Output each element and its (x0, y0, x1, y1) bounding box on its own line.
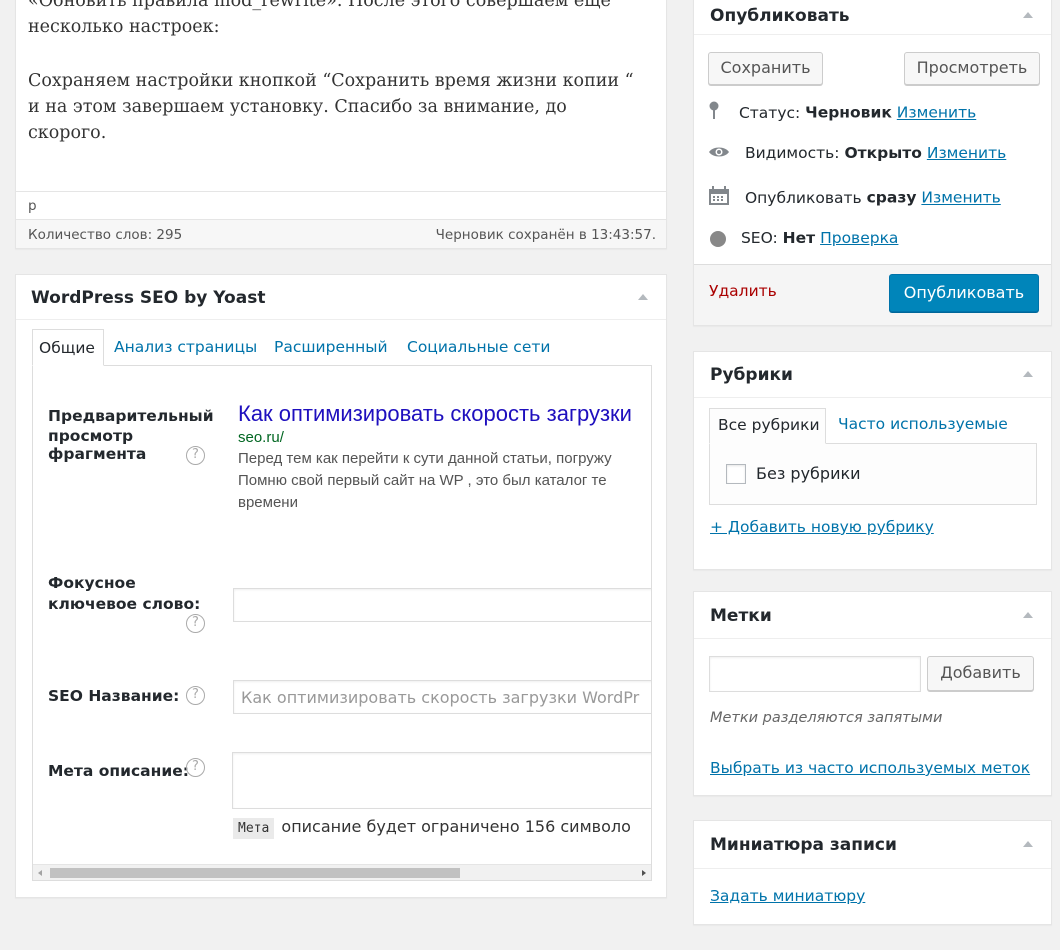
yoast-tab-panel: Предварительный просмотр фрагмента ? Как… (32, 365, 652, 881)
save-draft-button[interactable]: Сохранить (708, 52, 823, 85)
tags-title: Метки (710, 606, 772, 626)
visibility-row: Видимость: Открыто Изменить (708, 144, 1006, 163)
publish-actions: Удалить Опубликовать (694, 264, 1051, 325)
publish-time-row: Опубликовать сразу Изменить (708, 186, 1001, 210)
tab-advanced[interactable]: Расширенный (274, 338, 388, 356)
featured-image-title: Миниатюра записи (710, 835, 897, 855)
publish-title: Опубликовать (710, 6, 850, 26)
categories-title: Рубрики (710, 365, 793, 385)
categories-box: Рубрики Все рубрики Часто используемые Б… (693, 351, 1052, 570)
eye-icon (708, 145, 730, 163)
seo-score-row: SEO: Нет Проверка (708, 229, 898, 247)
snippet-description: Перед тем как перейти к сути данной стат… (238, 450, 612, 511)
edit-status-link[interactable]: Изменить (897, 104, 976, 122)
paragraph-1: «Обновить правила mod_rewrite». После эт… (28, 0, 611, 37)
preview-button[interactable]: Просмотреть (904, 52, 1040, 85)
meta-description-textarea[interactable] (232, 752, 651, 809)
publish-box: Опубликовать Сохранить Просмотреть Стату… (693, 0, 1052, 326)
categories-collapse-toggle-icon[interactable] (1023, 371, 1033, 377)
edit-publish-time-link[interactable]: Изменить (921, 189, 1000, 207)
choose-popular-tags-link[interactable]: Выбрать из часто используемых меток (710, 759, 1030, 777)
scroll-right-arrow-icon[interactable] (642, 870, 646, 876)
tab-social[interactable]: Социальные сети (407, 338, 550, 356)
pin-icon (708, 101, 728, 125)
seo-title-label: SEO Название: (48, 687, 180, 705)
delete-link[interactable]: Удалить (709, 282, 777, 300)
yoast-title: WordPress SEO by Yoast (31, 288, 266, 308)
featured-image-box: Миниатюра записи Задать миниатюру (693, 820, 1052, 925)
publish-collapse-toggle-icon[interactable] (1023, 12, 1033, 18)
calendar-icon (708, 186, 730, 210)
tags-box: Метки Добавить Метки разделяются запятым… (693, 591, 1052, 796)
editor-path-bar: p (16, 191, 666, 219)
path-element[interactable]: p (28, 198, 37, 214)
collapse-toggle-icon[interactable] (638, 294, 648, 300)
new-tag-input[interactable] (709, 656, 921, 692)
snippet-preview-label: Предварительный просмотр фрагмента (48, 407, 214, 463)
tab-all-categories[interactable]: Все рубрики (709, 408, 826, 444)
focus-keyword-label: Фокусное ключевое слово: (48, 574, 201, 613)
add-tag-button[interactable]: Добавить (927, 656, 1034, 691)
yoast-seo-box: WordPress SEO by Yoast Общие Анализ стра… (15, 274, 667, 898)
publish-time-value: сразу (866, 188, 917, 207)
edit-visibility-link[interactable]: Изменить (927, 144, 1006, 162)
meta-description-note: Мета описание будет ограничено 156 симво… (233, 817, 631, 839)
seo-check-link[interactable]: Проверка (820, 229, 898, 247)
status-row: Статус: Черновик Изменить (708, 101, 976, 125)
categories-list: Без рубрики (709, 443, 1037, 505)
snippet-url: seo.ru/ (238, 429, 284, 446)
seo-score-value: Нет (782, 229, 816, 247)
tags-hint: Метки разделяются запятыми (710, 710, 943, 726)
meta-description-label: Мета описание: (48, 762, 189, 780)
add-new-category-link[interactable]: + Добавить новую рубрику (710, 518, 934, 536)
scroll-left-arrow-icon[interactable] (38, 870, 42, 876)
draft-saved-status: Черновик сохранён в 13:43:57. (435, 227, 656, 243)
focus-keyword-input[interactable] (233, 588, 651, 622)
snippet-title: Как оптимизировать скорость загрузки (238, 401, 632, 426)
meta-description-help-icon[interactable]: ? (186, 758, 205, 777)
visibility-value: Открыто (844, 144, 922, 162)
focus-keyword-help-icon[interactable]: ? (186, 614, 205, 633)
horizontal-scrollbar[interactable] (33, 864, 651, 880)
yoast-tabs: Общие Анализ страницы Расширенный Социал… (32, 329, 652, 366)
featured-image-collapse-toggle-icon[interactable] (1023, 841, 1033, 847)
tab-general[interactable]: Общие (32, 329, 104, 366)
snippet-preview: Как оптимизировать скорость загрузки seo… (238, 400, 651, 514)
paragraph-2: Сохраняем настройки кнопкой “Сохранить в… (28, 71, 634, 143)
seo-title-input[interactable]: Как оптимизировать скорость загрузки Wor… (233, 680, 651, 714)
tags-collapse-toggle-icon[interactable] (1023, 612, 1033, 618)
publish-button[interactable]: Опубликовать (889, 274, 1039, 312)
meta-code: Мета (233, 818, 275, 839)
set-featured-image-link[interactable]: Задать миниатюру (710, 887, 865, 905)
yoast-header[interactable]: WordPress SEO by Yoast (16, 275, 666, 320)
scrollbar-thumb[interactable] (50, 868, 460, 878)
word-count: Количество слов: 295 (28, 227, 183, 243)
post-editor: «Обновить правила mod_rewrite». После эт… (15, 0, 667, 249)
uncategorized-label[interactable]: Без рубрики (756, 464, 861, 483)
status-value: Черновик (805, 103, 892, 122)
tab-page-analysis[interactable]: Анализ страницы (114, 338, 257, 356)
snippet-help-icon[interactable]: ? (186, 446, 205, 465)
seo-title-help-icon[interactable]: ? (186, 686, 205, 705)
uncategorized-checkbox[interactable] (726, 464, 746, 484)
seo-status-dot-icon (710, 230, 726, 247)
tab-popular-categories[interactable]: Часто используемые (838, 415, 1008, 433)
editor-status-bar: Количество слов: 295 Черновик сохранён в… (16, 219, 666, 248)
